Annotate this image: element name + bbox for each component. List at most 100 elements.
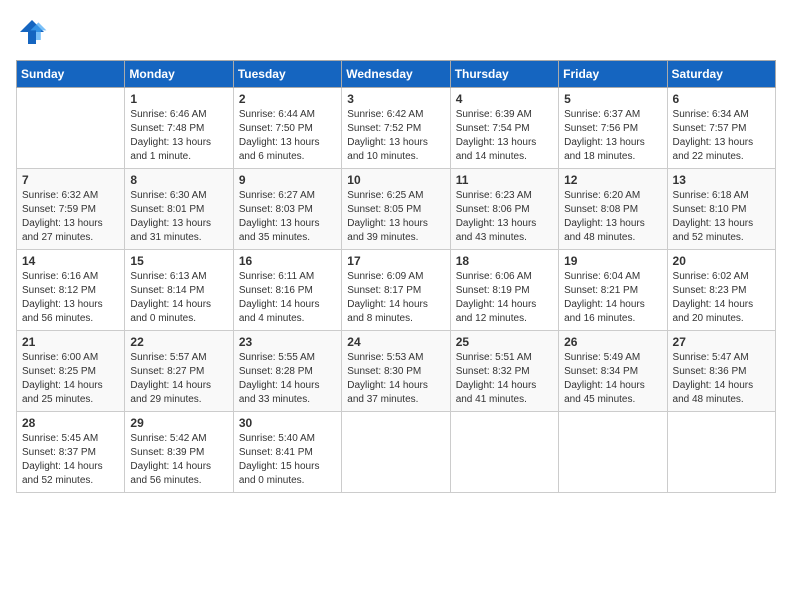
day-number: 6 — [673, 92, 770, 106]
calendar-cell — [667, 412, 775, 493]
day-number: 11 — [456, 173, 553, 187]
calendar-cell: 15 Sunrise: 6:13 AM Sunset: 8:14 PM Dayl… — [125, 250, 233, 331]
day-info: Sunrise: 5:40 AM Sunset: 8:41 PM Dayligh… — [239, 432, 336, 488]
day-number: 8 — [130, 173, 227, 187]
day-info: Sunrise: 6:02 AM Sunset: 8:23 PM Dayligh… — [673, 270, 770, 326]
day-number: 12 — [564, 173, 661, 187]
calendar-cell: 28 Sunrise: 5:45 AM Sunset: 8:37 PM Dayl… — [17, 412, 125, 493]
calendar-week-row: 14 Sunrise: 6:16 AM Sunset: 8:12 PM Dayl… — [17, 250, 776, 331]
day-info: Sunrise: 5:55 AM Sunset: 8:28 PM Dayligh… — [239, 351, 336, 407]
day-number: 16 — [239, 254, 336, 268]
calendar-cell: 1 Sunrise: 6:46 AM Sunset: 7:48 PM Dayli… — [125, 88, 233, 169]
day-number: 26 — [564, 335, 661, 349]
weekday-header: Friday — [559, 61, 667, 88]
calendar-cell: 18 Sunrise: 6:06 AM Sunset: 8:19 PM Dayl… — [450, 250, 558, 331]
calendar-cell — [559, 412, 667, 493]
calendar-cell: 4 Sunrise: 6:39 AM Sunset: 7:54 PM Dayli… — [450, 88, 558, 169]
calendar-cell: 14 Sunrise: 6:16 AM Sunset: 8:12 PM Dayl… — [17, 250, 125, 331]
calendar-cell: 27 Sunrise: 5:47 AM Sunset: 8:36 PM Dayl… — [667, 331, 775, 412]
day-info: Sunrise: 6:39 AM Sunset: 7:54 PM Dayligh… — [456, 108, 553, 164]
calendar-cell: 11 Sunrise: 6:23 AM Sunset: 8:06 PM Dayl… — [450, 169, 558, 250]
weekday-header: Wednesday — [342, 61, 450, 88]
calendar-cell: 17 Sunrise: 6:09 AM Sunset: 8:17 PM Dayl… — [342, 250, 450, 331]
calendar-cell: 10 Sunrise: 6:25 AM Sunset: 8:05 PM Dayl… — [342, 169, 450, 250]
calendar-cell: 12 Sunrise: 6:20 AM Sunset: 8:08 PM Dayl… — [559, 169, 667, 250]
calendar-table: SundayMondayTuesdayWednesdayThursdayFrid… — [16, 60, 776, 493]
logo-icon — [16, 16, 48, 48]
day-info: Sunrise: 6:20 AM Sunset: 8:08 PM Dayligh… — [564, 189, 661, 245]
day-info: Sunrise: 6:25 AM Sunset: 8:05 PM Dayligh… — [347, 189, 444, 245]
day-number: 20 — [673, 254, 770, 268]
day-number: 23 — [239, 335, 336, 349]
calendar-body: 1 Sunrise: 6:46 AM Sunset: 7:48 PM Dayli… — [17, 88, 776, 493]
day-info: Sunrise: 6:04 AM Sunset: 8:21 PM Dayligh… — [564, 270, 661, 326]
day-number: 4 — [456, 92, 553, 106]
day-info: Sunrise: 5:49 AM Sunset: 8:34 PM Dayligh… — [564, 351, 661, 407]
day-info: Sunrise: 6:11 AM Sunset: 8:16 PM Dayligh… — [239, 270, 336, 326]
calendar-cell: 21 Sunrise: 6:00 AM Sunset: 8:25 PM Dayl… — [17, 331, 125, 412]
calendar-week-row: 21 Sunrise: 6:00 AM Sunset: 8:25 PM Dayl… — [17, 331, 776, 412]
day-info: Sunrise: 6:32 AM Sunset: 7:59 PM Dayligh… — [22, 189, 119, 245]
day-info: Sunrise: 5:57 AM Sunset: 8:27 PM Dayligh… — [130, 351, 227, 407]
calendar-cell: 23 Sunrise: 5:55 AM Sunset: 8:28 PM Dayl… — [233, 331, 341, 412]
day-info: Sunrise: 5:47 AM Sunset: 8:36 PM Dayligh… — [673, 351, 770, 407]
day-info: Sunrise: 6:42 AM Sunset: 7:52 PM Dayligh… — [347, 108, 444, 164]
day-info: Sunrise: 6:18 AM Sunset: 8:10 PM Dayligh… — [673, 189, 770, 245]
day-number: 13 — [673, 173, 770, 187]
day-info: Sunrise: 6:34 AM Sunset: 7:57 PM Dayligh… — [673, 108, 770, 164]
day-info: Sunrise: 6:37 AM Sunset: 7:56 PM Dayligh… — [564, 108, 661, 164]
day-info: Sunrise: 6:46 AM Sunset: 7:48 PM Dayligh… — [130, 108, 227, 164]
weekday-header: Saturday — [667, 61, 775, 88]
calendar-cell — [342, 412, 450, 493]
day-number: 17 — [347, 254, 444, 268]
calendar-cell: 16 Sunrise: 6:11 AM Sunset: 8:16 PM Dayl… — [233, 250, 341, 331]
day-number: 7 — [22, 173, 119, 187]
day-number: 3 — [347, 92, 444, 106]
calendar-cell: 20 Sunrise: 6:02 AM Sunset: 8:23 PM Dayl… — [667, 250, 775, 331]
day-number: 30 — [239, 416, 336, 430]
calendar-header: SundayMondayTuesdayWednesdayThursdayFrid… — [17, 61, 776, 88]
day-info: Sunrise: 5:51 AM Sunset: 8:32 PM Dayligh… — [456, 351, 553, 407]
day-number: 24 — [347, 335, 444, 349]
day-info: Sunrise: 5:45 AM Sunset: 8:37 PM Dayligh… — [22, 432, 119, 488]
calendar-cell: 7 Sunrise: 6:32 AM Sunset: 7:59 PM Dayli… — [17, 169, 125, 250]
day-info: Sunrise: 6:09 AM Sunset: 8:17 PM Dayligh… — [347, 270, 444, 326]
calendar-cell: 2 Sunrise: 6:44 AM Sunset: 7:50 PM Dayli… — [233, 88, 341, 169]
calendar-cell: 8 Sunrise: 6:30 AM Sunset: 8:01 PM Dayli… — [125, 169, 233, 250]
day-number: 14 — [22, 254, 119, 268]
day-number: 29 — [130, 416, 227, 430]
calendar-cell: 6 Sunrise: 6:34 AM Sunset: 7:57 PM Dayli… — [667, 88, 775, 169]
day-number: 15 — [130, 254, 227, 268]
calendar-cell: 13 Sunrise: 6:18 AM Sunset: 8:10 PM Dayl… — [667, 169, 775, 250]
calendar-cell: 26 Sunrise: 5:49 AM Sunset: 8:34 PM Dayl… — [559, 331, 667, 412]
day-number: 22 — [130, 335, 227, 349]
calendar-cell: 5 Sunrise: 6:37 AM Sunset: 7:56 PM Dayli… — [559, 88, 667, 169]
day-info: Sunrise: 6:00 AM Sunset: 8:25 PM Dayligh… — [22, 351, 119, 407]
day-number: 18 — [456, 254, 553, 268]
calendar-week-row: 1 Sunrise: 6:46 AM Sunset: 7:48 PM Dayli… — [17, 88, 776, 169]
day-number: 5 — [564, 92, 661, 106]
day-number: 19 — [564, 254, 661, 268]
day-number: 9 — [239, 173, 336, 187]
day-number: 2 — [239, 92, 336, 106]
weekday-header: Monday — [125, 61, 233, 88]
calendar-week-row: 28 Sunrise: 5:45 AM Sunset: 8:37 PM Dayl… — [17, 412, 776, 493]
day-number: 10 — [347, 173, 444, 187]
calendar-cell: 30 Sunrise: 5:40 AM Sunset: 8:41 PM Dayl… — [233, 412, 341, 493]
day-info: Sunrise: 5:53 AM Sunset: 8:30 PM Dayligh… — [347, 351, 444, 407]
calendar-cell: 22 Sunrise: 5:57 AM Sunset: 8:27 PM Dayl… — [125, 331, 233, 412]
weekday-header: Sunday — [17, 61, 125, 88]
day-info: Sunrise: 6:30 AM Sunset: 8:01 PM Dayligh… — [130, 189, 227, 245]
day-number: 27 — [673, 335, 770, 349]
day-number: 21 — [22, 335, 119, 349]
weekday-header: Tuesday — [233, 61, 341, 88]
day-info: Sunrise: 5:42 AM Sunset: 8:39 PM Dayligh… — [130, 432, 227, 488]
page-header — [16, 16, 776, 48]
weekday-header: Thursday — [450, 61, 558, 88]
day-number: 28 — [22, 416, 119, 430]
calendar-week-row: 7 Sunrise: 6:32 AM Sunset: 7:59 PM Dayli… — [17, 169, 776, 250]
day-info: Sunrise: 6:06 AM Sunset: 8:19 PM Dayligh… — [456, 270, 553, 326]
calendar-cell: 19 Sunrise: 6:04 AM Sunset: 8:21 PM Dayl… — [559, 250, 667, 331]
day-info: Sunrise: 6:13 AM Sunset: 8:14 PM Dayligh… — [130, 270, 227, 326]
calendar-cell: 24 Sunrise: 5:53 AM Sunset: 8:30 PM Dayl… — [342, 331, 450, 412]
